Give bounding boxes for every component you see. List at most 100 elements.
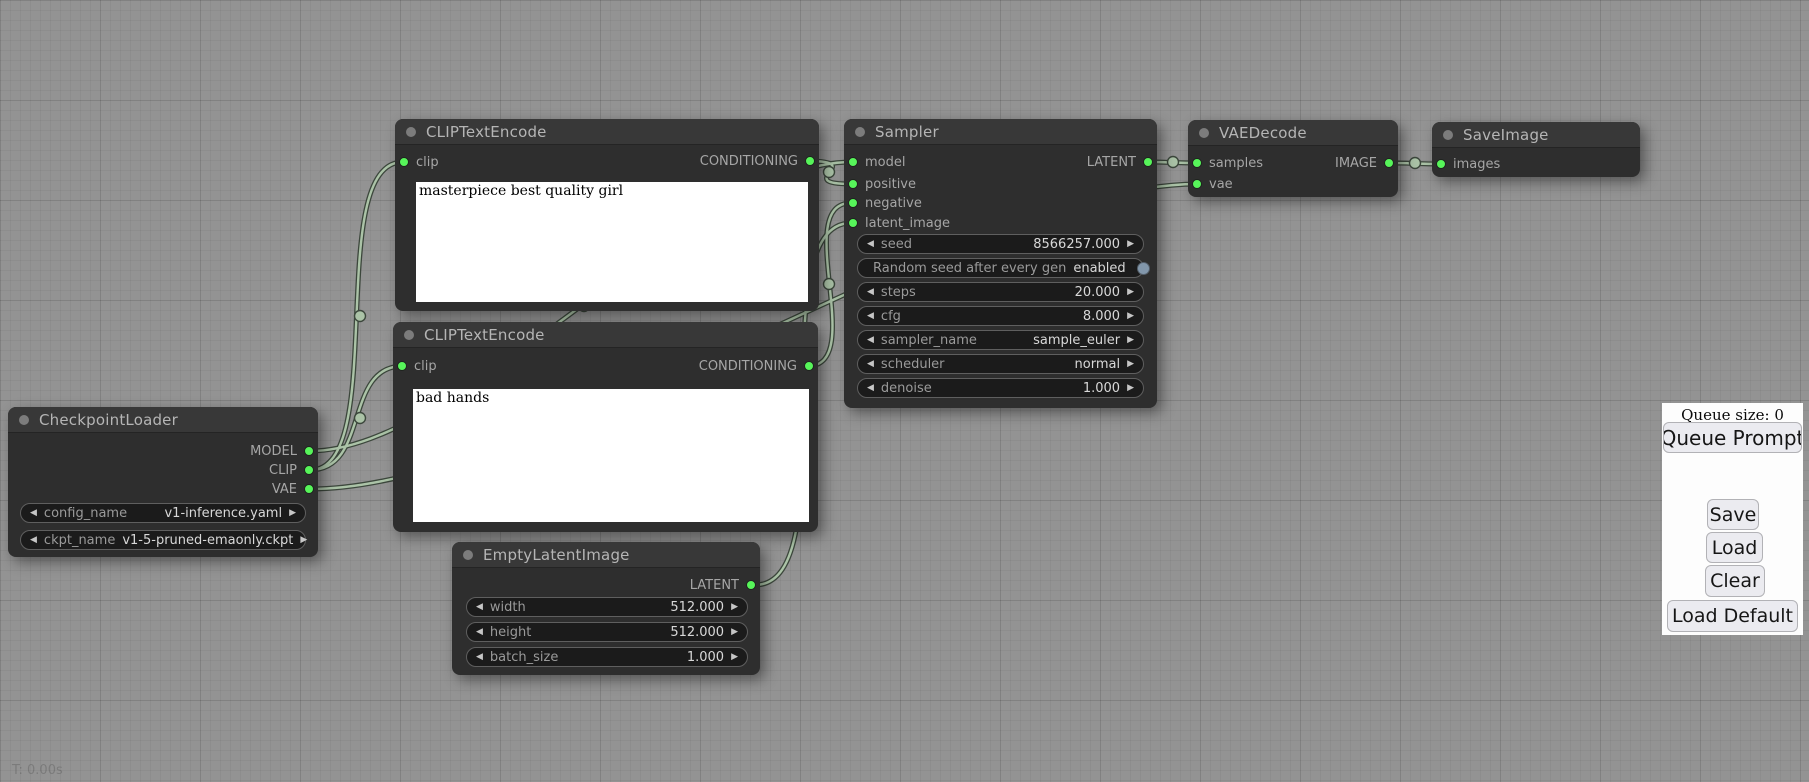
collapse-dot-icon[interactable] [19, 415, 29, 425]
decrement-arrow-icon[interactable]: ◀ [30, 509, 37, 518]
output-slot-conditioning: CONDITIONING [699, 357, 814, 375]
decrement-arrow-icon[interactable]: ◀ [476, 603, 483, 612]
clear-button[interactable]: Clear [1705, 565, 1765, 597]
slot-label: samples [1209, 156, 1263, 171]
side-menu-panel: Queue size: 0 Queue Prompt Save Load Cle… [1662, 403, 1803, 635]
increment-arrow-icon[interactable]: ▶ [1127, 240, 1134, 249]
slot-label: latent_image [865, 216, 950, 231]
widget-seed[interactable]: ◀ seed 8566257.000 ▶ [857, 234, 1144, 254]
decrement-arrow-icon[interactable]: ◀ [867, 384, 874, 393]
output-slot-conditioning: CONDITIONING [700, 152, 815, 170]
input-slot-latent-image: latent_image [848, 214, 950, 232]
input-dot-icon[interactable] [848, 157, 858, 167]
save-button[interactable]: Save [1707, 499, 1759, 530]
collapse-dot-icon[interactable] [855, 127, 865, 137]
widget-label: ckpt_name [44, 533, 115, 548]
collapse-dot-icon[interactable] [463, 550, 473, 560]
output-dot-icon[interactable] [304, 446, 314, 456]
widget-sampler-name[interactable]: ◀ sampler_name sample_euler ▶ [857, 330, 1144, 350]
output-dot-icon[interactable] [1384, 158, 1394, 168]
widget-value: sample_euler [1033, 333, 1120, 348]
node-title-bar[interactable]: SaveImage [1432, 122, 1640, 148]
node-title: EmptyLatentImage [483, 546, 630, 564]
output-dot-icon[interactable] [304, 465, 314, 475]
widget-ckpt-name[interactable]: ◀ ckpt_name v1-5-pruned-emaonly.ckpt ▶ [20, 530, 306, 550]
increment-arrow-icon[interactable]: ▶ [289, 509, 296, 518]
decrement-arrow-icon[interactable]: ◀ [30, 536, 37, 545]
node-title-bar[interactable]: Sampler [844, 119, 1157, 145]
decrement-arrow-icon[interactable]: ◀ [476, 628, 483, 637]
decrement-arrow-icon[interactable]: ◀ [867, 312, 874, 321]
widget-label: width [490, 600, 526, 615]
increment-arrow-icon[interactable]: ▶ [1127, 360, 1134, 369]
node-vae-decode[interactable]: VAEDecode samples vae IMAGE [1188, 120, 1398, 197]
collapse-dot-icon[interactable] [1199, 128, 1209, 138]
input-slot-clip: clip [397, 357, 437, 375]
widget-width[interactable]: ◀ width 512.000 ▶ [466, 597, 748, 617]
slot-label: images [1453, 157, 1500, 172]
input-dot-icon[interactable] [848, 179, 858, 189]
collapse-dot-icon[interactable] [1443, 130, 1453, 140]
widget-batch-size[interactable]: ◀ batch_size 1.000 ▶ [466, 647, 748, 667]
input-dot-icon[interactable] [399, 157, 409, 167]
widget-steps[interactable]: ◀ steps 20.000 ▶ [857, 282, 1144, 302]
node-clip-text-encode-positive[interactable]: CLIPTextEncode clip CONDITIONING masterp… [395, 119, 819, 311]
decrement-arrow-icon[interactable]: ◀ [867, 288, 874, 297]
decrement-arrow-icon[interactable]: ◀ [867, 360, 874, 369]
input-dot-icon[interactable] [1192, 179, 1202, 189]
node-empty-latent-image[interactable]: EmptyLatentImage LATENT ◀ width 512.000 … [452, 542, 760, 675]
negative-prompt-textarea[interactable]: bad hands [413, 389, 809, 522]
increment-arrow-icon[interactable]: ▶ [1127, 288, 1134, 297]
input-dot-icon[interactable] [848, 218, 858, 228]
widget-value: 1.000 [1083, 381, 1120, 396]
decrement-arrow-icon[interactable]: ◀ [476, 653, 483, 662]
increment-arrow-icon[interactable]: ▶ [300, 536, 307, 545]
widget-config-name[interactable]: ◀ config_name v1-inference.yaml ▶ [20, 503, 306, 523]
input-dot-icon[interactable] [1436, 159, 1446, 169]
node-checkpoint-loader[interactable]: CheckpointLoader MODEL CLIP VAE ◀ config… [8, 407, 318, 557]
node-save-image[interactable]: SaveImage images [1432, 122, 1640, 177]
input-dot-icon[interactable] [848, 198, 858, 208]
output-dot-icon[interactable] [304, 484, 314, 494]
load-button[interactable]: Load [1706, 532, 1763, 563]
widget-label: cfg [881, 309, 901, 324]
widget-height[interactable]: ◀ height 512.000 ▶ [466, 622, 748, 642]
widget-scheduler[interactable]: ◀ scheduler normal ▶ [857, 354, 1144, 374]
widget-value: 512.000 [670, 625, 724, 640]
widget-value: 8566257.000 [1033, 237, 1120, 252]
decrement-arrow-icon[interactable]: ◀ [867, 240, 874, 249]
positive-prompt-textarea[interactable]: masterpiece best quality girl [416, 182, 808, 302]
node-graph-canvas[interactable]: T: 0.00s [0, 0, 1809, 782]
node-title-bar[interactable]: VAEDecode [1188, 120, 1398, 146]
collapse-dot-icon[interactable] [404, 330, 414, 340]
output-dot-icon[interactable] [805, 156, 815, 166]
widget-label: height [490, 625, 531, 640]
decrement-arrow-icon[interactable]: ◀ [867, 336, 874, 345]
node-title-bar[interactable]: CLIPTextEncode [393, 322, 818, 348]
widget-denoise[interactable]: ◀ denoise 1.000 ▶ [857, 378, 1144, 398]
node-title-bar[interactable]: EmptyLatentImage [452, 542, 760, 568]
output-slot-latent: LATENT [690, 576, 756, 594]
node-title: CLIPTextEncode [424, 326, 545, 344]
input-dot-icon[interactable] [1192, 158, 1202, 168]
increment-arrow-icon[interactable]: ▶ [1127, 336, 1134, 345]
node-sampler[interactable]: Sampler model positive negative latent_i… [844, 119, 1157, 408]
increment-arrow-icon[interactable]: ▶ [731, 628, 738, 637]
increment-arrow-icon[interactable]: ▶ [1127, 312, 1134, 321]
input-dot-icon[interactable] [397, 361, 407, 371]
node-title-bar[interactable]: CheckpointLoader [8, 407, 318, 433]
widget-cfg[interactable]: ◀ cfg 8.000 ▶ [857, 306, 1144, 326]
load-default-button[interactable]: Load Default [1667, 600, 1798, 632]
output-dot-icon[interactable] [1143, 157, 1153, 167]
widget-random-seed-toggle[interactable]: Random seed after every gen enabled [857, 258, 1144, 278]
collapse-dot-icon[interactable] [406, 127, 416, 137]
output-dot-icon[interactable] [746, 580, 756, 590]
increment-arrow-icon[interactable]: ▶ [731, 603, 738, 612]
output-dot-icon[interactable] [804, 361, 814, 371]
increment-arrow-icon[interactable]: ▶ [731, 653, 738, 662]
increment-arrow-icon[interactable]: ▶ [1127, 384, 1134, 393]
queue-prompt-button[interactable]: Queue Prompt [1663, 422, 1802, 453]
toggle-enabled-icon[interactable] [1137, 262, 1150, 275]
node-clip-text-encode-negative[interactable]: CLIPTextEncode clip CONDITIONING bad han… [393, 322, 818, 532]
node-title-bar[interactable]: CLIPTextEncode [395, 119, 819, 145]
